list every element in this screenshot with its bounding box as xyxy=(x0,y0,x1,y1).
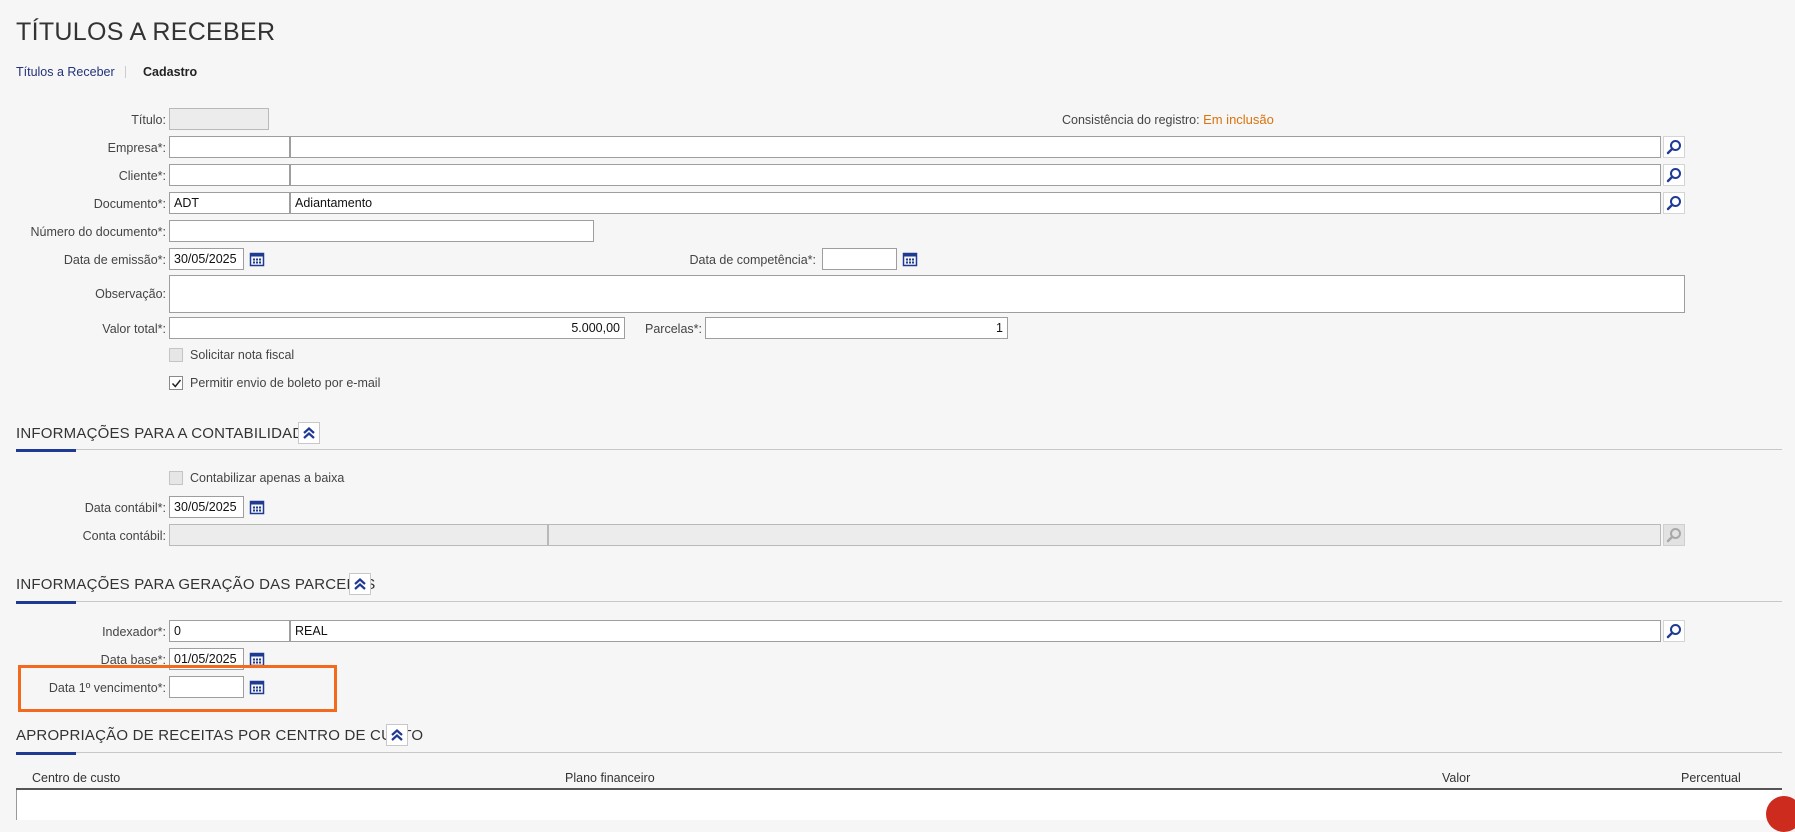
search-icon xyxy=(1666,624,1681,639)
data-emissao-field[interactable]: 30/05/2025 xyxy=(169,248,244,270)
column-header-percentual[interactable]: Percentual xyxy=(1681,771,1741,785)
breadcrumb-item-cadastro: Cadastro xyxy=(143,65,198,79)
data-contabil-calendar-button[interactable] xyxy=(247,497,267,517)
search-icon xyxy=(1666,528,1681,543)
cliente-label: Cliente*: xyxy=(118,169,166,183)
apropriacao-collapse-button[interactable] xyxy=(386,724,408,746)
empresa-label: Empresa*: xyxy=(107,141,166,155)
data-competencia-calendar-button[interactable] xyxy=(900,249,920,269)
permitir-boleto-label: Permitir envio de boleto por e-mail xyxy=(190,376,381,390)
data-competencia-field[interactable] xyxy=(822,248,897,270)
indexador-search-button[interactable] xyxy=(1663,620,1685,642)
parcelas-collapse-button[interactable] xyxy=(349,573,371,595)
data-competencia-label: Data de competência*: xyxy=(689,253,816,267)
empresa-search-button[interactable] xyxy=(1663,136,1685,158)
contabilizar-baixa-checkbox xyxy=(169,471,183,485)
cliente-search-button[interactable] xyxy=(1663,164,1685,186)
solicitar-nota-label: Solicitar nota fiscal xyxy=(190,348,295,362)
parcelas-section-accent xyxy=(16,601,76,604)
titulo-field xyxy=(169,108,269,130)
data-vencimento-highlight-box xyxy=(18,665,337,712)
parcelas-section-title: INFORMAÇÕES PARA GERAÇÃO DAS PARCELAS xyxy=(16,576,376,593)
conta-contabil-label: Conta contábil: xyxy=(82,529,166,543)
contabilizar-baixa-label: Contabilizar apenas a baixa xyxy=(190,471,345,485)
calendar-icon xyxy=(902,252,918,267)
double-chevron-up-icon xyxy=(354,578,366,590)
observacao-textarea[interactable] xyxy=(169,275,1685,313)
breadcrumb-separator xyxy=(125,66,126,78)
indexador-name-field[interactable]: REAL xyxy=(290,620,1661,642)
data-contabil-label: Data contábil*: xyxy=(84,501,166,515)
breadcrumb-item-titulos[interactable]: Títulos a Receber xyxy=(16,65,115,79)
conta-contabil-name-field xyxy=(548,524,1661,546)
column-header-centro-custo[interactable]: Centro de custo xyxy=(32,771,120,785)
documento-name-field[interactable]: Adiantamento xyxy=(290,192,1661,214)
page-title: TÍTULOS A RECEBER xyxy=(16,18,276,46)
permitir-boleto-checkbox[interactable] xyxy=(169,376,183,390)
apropriacao-section-title: APROPRIAÇÃO DE RECEITAS POR CENTRO DE CU… xyxy=(16,727,424,744)
apropriacao-table-body xyxy=(16,790,1782,820)
numero-documento-field[interactable] xyxy=(169,220,594,242)
conta-contabil-code-field xyxy=(169,524,548,546)
cliente-name-field[interactable] xyxy=(290,164,1661,186)
search-icon xyxy=(1666,196,1681,211)
data-contabil-field[interactable]: 30/05/2025 xyxy=(169,496,244,518)
column-header-plano-financeiro[interactable]: Plano financeiro xyxy=(565,771,655,785)
contabilidade-collapse-button[interactable] xyxy=(298,422,320,444)
contabilidade-section-divider xyxy=(16,449,1782,450)
parcelas-label: Parcelas*: xyxy=(645,322,702,336)
consistencia-label: Consistência do registro: xyxy=(1062,113,1200,127)
apropriacao-section-divider xyxy=(16,752,1782,753)
empresa-code-field[interactable] xyxy=(169,136,290,158)
cliente-code-field[interactable] xyxy=(169,164,290,186)
parcelas-field[interactable]: 1 xyxy=(705,317,1008,339)
solicitar-nota-checkbox xyxy=(169,348,183,362)
consistencia-status: Em inclusão xyxy=(1203,112,1274,127)
contabilidade-section-accent xyxy=(16,449,76,452)
consistencia: Consistência do registro: Em inclusão xyxy=(1062,112,1274,127)
floating-action-button[interactable] xyxy=(1766,796,1795,832)
numero-documento-label: Número do documento*: xyxy=(30,225,167,239)
apropriacao-section-accent xyxy=(16,752,76,755)
search-icon xyxy=(1666,168,1681,183)
calendar-icon xyxy=(249,252,265,267)
indexador-label: Indexador*: xyxy=(102,625,166,639)
observacao-label: Observação: xyxy=(95,287,166,301)
calendar-icon xyxy=(249,500,265,515)
conta-contabil-search-button xyxy=(1663,524,1685,546)
documento-code-field[interactable]: ADT xyxy=(169,192,290,214)
data-emissao-calendar-button[interactable] xyxy=(247,249,267,269)
valor-total-label: Valor total*: xyxy=(102,322,166,336)
empresa-name-field[interactable] xyxy=(290,136,1661,158)
indexador-code-field[interactable]: 0 xyxy=(169,620,290,642)
check-icon xyxy=(171,379,181,388)
double-chevron-up-icon xyxy=(391,729,403,741)
documento-search-button[interactable] xyxy=(1663,192,1685,214)
documento-label: Documento*: xyxy=(93,197,166,211)
contabilidade-section-title: INFORMAÇÕES PARA A CONTABILIDADE xyxy=(16,425,314,442)
double-chevron-up-icon xyxy=(303,427,315,439)
search-icon xyxy=(1666,140,1681,155)
data-emissao-label: Data de emissão*: xyxy=(63,253,166,267)
column-header-valor[interactable]: Valor xyxy=(1442,771,1470,785)
parcelas-section-divider xyxy=(16,601,1782,602)
titulo-label: Título: xyxy=(131,113,166,127)
